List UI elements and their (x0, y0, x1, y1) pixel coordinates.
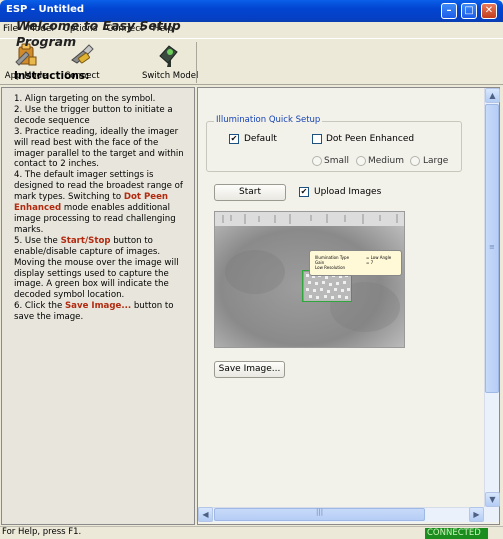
scroll-up-icon[interactable]: ▲ (485, 88, 500, 103)
status-bar: For Help, press F1. CONNECTED (0, 526, 503, 539)
default-label: Default (244, 134, 277, 144)
toolbar-divider (196, 42, 197, 83)
maximize-icon[interactable]: □ (461, 3, 477, 19)
connection-status-badge: CONNECTED (425, 528, 488, 539)
upload-images-checkbox[interactable] (299, 187, 309, 197)
switch-model-label: Switch Model (142, 71, 199, 81)
large-radio[interactable] (410, 156, 420, 166)
step-5: 5. Use the Start/Stop button to enable/d… (14, 235, 179, 301)
welcome-heading: Welcome to Easy Setup Program (16, 18, 181, 49)
scroll-corner (484, 507, 499, 522)
instructions-text: 1. Align targeting on the symbol. 2. Use… (14, 94, 184, 323)
step-4: 4. The default imager settings is design… (14, 170, 183, 235)
step-3: 3. Practice reading, ideally the imager … (14, 126, 184, 170)
upload-images-label: Upload Images (314, 187, 382, 197)
instructions-heading: Instructions: (14, 70, 90, 82)
status-help-text: For Help, press F1. (2, 527, 82, 537)
window-title: ESP - Untitled (6, 4, 85, 15)
start-stop-highlight: Start/Stop (60, 235, 111, 246)
image-settings-tooltip: Illumination Type = Low Angle Gain = 7 L… (309, 250, 402, 276)
illumination-group-title: Illumination Quick Setup (214, 115, 323, 125)
tooltip-resolution: Low Resolution (315, 265, 346, 270)
large-label: Large (423, 156, 449, 166)
save-image-highlight: Save Image... (64, 301, 132, 312)
medium-label: Medium (368, 156, 404, 166)
step-6: 6. Click the Save Image... button to sav… (14, 301, 174, 323)
start-button[interactable]: Start (214, 184, 286, 201)
close-icon[interactable]: ✕ (481, 3, 497, 19)
default-checkbox[interactable] (229, 134, 239, 144)
dot-peen-checkbox[interactable] (312, 134, 322, 144)
small-radio[interactable] (312, 156, 322, 166)
tooltip-gain-value: = 7 (366, 260, 374, 265)
scroll-right-icon[interactable]: ▶ (469, 507, 484, 522)
scroll-left-icon[interactable]: ◀ (198, 507, 213, 522)
horizontal-grip-icon: ||| (316, 508, 324, 516)
medium-radio[interactable] (356, 156, 366, 166)
vertical-grip-icon: ≡ (489, 243, 495, 251)
scroll-down-icon[interactable]: ▼ (485, 492, 500, 507)
minimize-icon[interactable]: – (441, 3, 457, 19)
step-2: 2. Use the trigger button to initiate a … (14, 104, 173, 126)
save-image-button[interactable]: Save Image... (214, 361, 285, 378)
small-label: Small (324, 156, 349, 166)
dot-peen-label: Dot Peen Enhanced (326, 134, 415, 144)
step-1: 1. Align targeting on the symbol. (14, 94, 156, 104)
